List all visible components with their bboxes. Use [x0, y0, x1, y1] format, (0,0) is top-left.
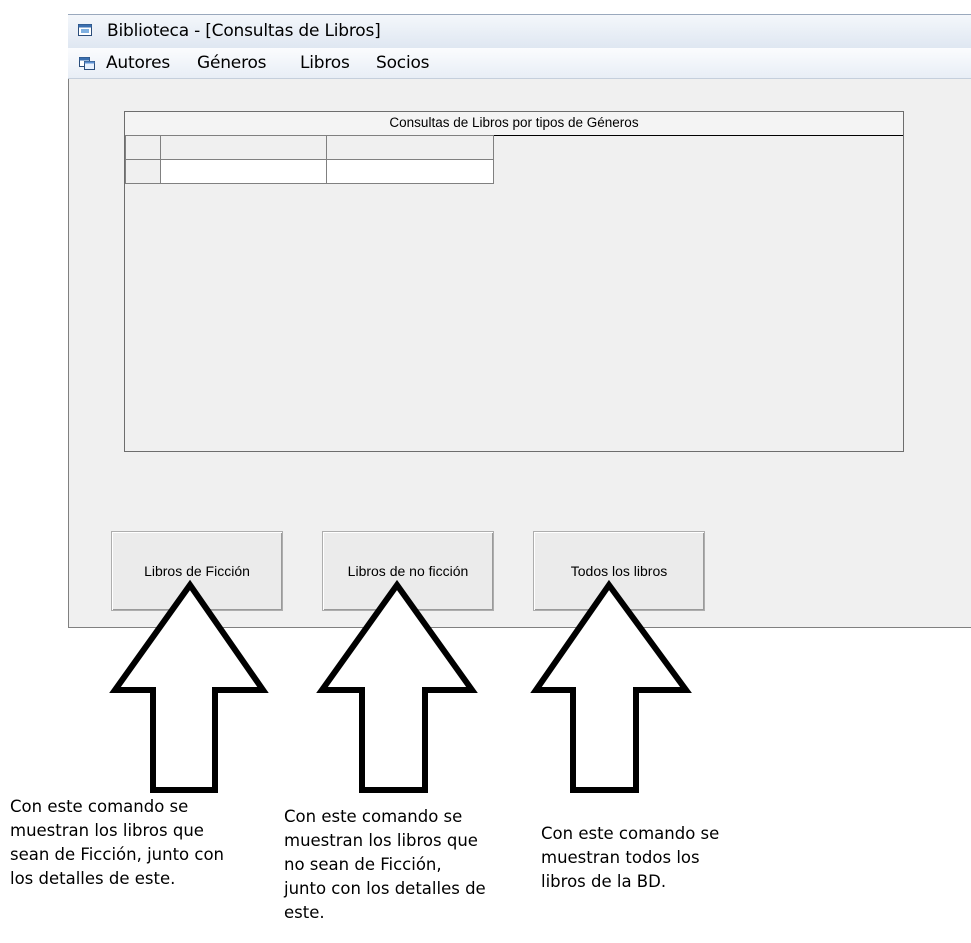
- up-arrow-icon: [530, 579, 692, 793]
- all-books-annotation: Con este comando se muestran todos los l…: [541, 824, 720, 891]
- up-arrow-icon: [109, 579, 269, 793]
- up-arrow-icon: [316, 579, 478, 793]
- fiction-annotation: Con este comando se muestran los libros …: [10, 797, 225, 888]
- nonfiction-annotation: Con este comando se muestran los libros …: [284, 807, 486, 922]
